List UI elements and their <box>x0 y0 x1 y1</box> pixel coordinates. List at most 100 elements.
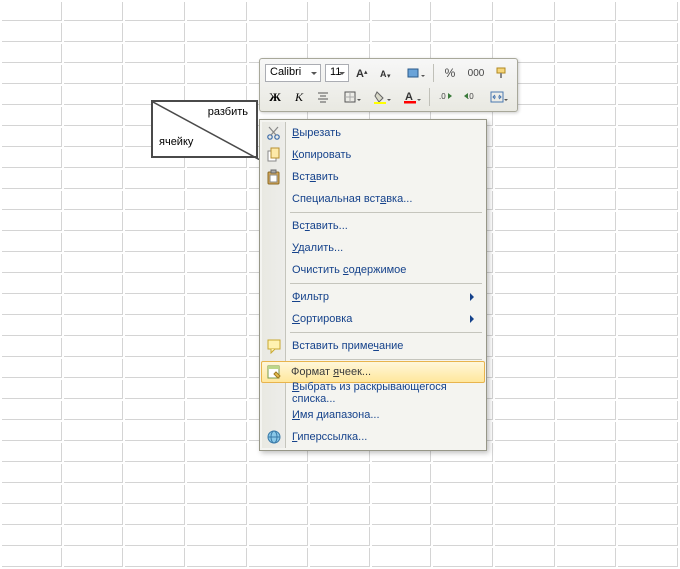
cell[interactable] <box>187 359 247 378</box>
menu-item[interactable]: Вставить примечание <box>262 335 484 357</box>
cell[interactable] <box>618 464 678 483</box>
cell[interactable] <box>249 527 309 546</box>
cell[interactable] <box>372 485 432 504</box>
cell[interactable] <box>618 548 678 567</box>
cell[interactable] <box>2 86 62 105</box>
cell[interactable] <box>2 23 62 42</box>
cell[interactable] <box>125 380 185 399</box>
cell[interactable] <box>64 359 124 378</box>
menu-item[interactable]: Вставить <box>262 166 484 188</box>
cell[interactable] <box>557 296 617 315</box>
cell[interactable] <box>372 2 432 21</box>
cell[interactable] <box>618 254 678 273</box>
cell[interactable] <box>64 2 124 21</box>
cell[interactable] <box>618 149 678 168</box>
cell[interactable] <box>495 464 555 483</box>
cell[interactable] <box>64 107 124 126</box>
cell[interactable] <box>249 464 309 483</box>
thousands-button[interactable]: 000 <box>464 63 488 83</box>
cell[interactable] <box>433 464 493 483</box>
cell[interactable] <box>2 65 62 84</box>
cell[interactable] <box>2 107 62 126</box>
cell[interactable] <box>2 128 62 147</box>
cell[interactable] <box>557 317 617 336</box>
cell[interactable] <box>557 359 617 378</box>
cell[interactable] <box>125 506 185 525</box>
cell[interactable] <box>64 548 124 567</box>
cell[interactable] <box>187 338 247 357</box>
cell[interactable] <box>64 296 124 315</box>
cell[interactable] <box>125 296 185 315</box>
merge-cells-button[interactable] <box>484 87 510 107</box>
cell[interactable] <box>2 254 62 273</box>
cell[interactable] <box>64 65 124 84</box>
cell[interactable] <box>495 170 555 189</box>
cell[interactable] <box>433 548 493 567</box>
cell[interactable] <box>618 401 678 420</box>
cell[interactable] <box>2 191 62 210</box>
cell[interactable] <box>125 233 185 252</box>
cell[interactable] <box>495 2 555 21</box>
cell[interactable] <box>125 443 185 462</box>
split-cell[interactable]: разбить ячейку <box>151 100 258 158</box>
cell[interactable] <box>187 296 247 315</box>
cell[interactable] <box>249 23 309 42</box>
cell[interactable] <box>64 170 124 189</box>
cell[interactable] <box>310 506 370 525</box>
cell[interactable] <box>2 527 62 546</box>
cell[interactable] <box>618 506 678 525</box>
increase-decimal-icon[interactable]: .0 <box>436 87 456 107</box>
menu-item[interactable]: Вырезать <box>262 122 484 144</box>
cell[interactable] <box>557 107 617 126</box>
cell[interactable] <box>64 212 124 231</box>
cell[interactable] <box>433 527 493 546</box>
cell[interactable] <box>495 296 555 315</box>
cell[interactable] <box>2 443 62 462</box>
cell[interactable] <box>2 338 62 357</box>
menu-item[interactable]: Выбрать из раскрывающегося списка... <box>262 382 484 404</box>
menu-item[interactable]: Специальная вставка... <box>262 188 484 210</box>
cell[interactable] <box>187 233 247 252</box>
cell[interactable] <box>557 275 617 294</box>
cell[interactable] <box>495 527 555 546</box>
cell[interactable] <box>2 149 62 168</box>
menu-item[interactable]: Копировать <box>262 144 484 166</box>
menu-item[interactable]: Гиперссылка... <box>262 426 484 448</box>
cell[interactable] <box>557 401 617 420</box>
cell[interactable] <box>125 275 185 294</box>
cell[interactable] <box>125 170 185 189</box>
cell[interactable] <box>64 506 124 525</box>
percent-button[interactable]: % <box>440 63 460 83</box>
cell[interactable] <box>64 317 124 336</box>
cell[interactable] <box>187 275 247 294</box>
cell[interactable] <box>249 506 309 525</box>
cell[interactable] <box>2 548 62 567</box>
cell[interactable] <box>187 44 247 63</box>
cell[interactable] <box>618 44 678 63</box>
font-size-select[interactable]: 11 <box>325 64 349 82</box>
menu-item[interactable]: Сортировка <box>262 308 484 330</box>
cell[interactable] <box>64 23 124 42</box>
cell[interactable] <box>125 338 185 357</box>
cell[interactable] <box>557 191 617 210</box>
cell[interactable] <box>495 506 555 525</box>
cell[interactable] <box>64 527 124 546</box>
cell[interactable] <box>187 254 247 273</box>
cell[interactable] <box>125 527 185 546</box>
cell[interactable] <box>557 506 617 525</box>
cell[interactable] <box>310 485 370 504</box>
cell[interactable] <box>618 212 678 231</box>
cell[interactable] <box>187 464 247 483</box>
cell[interactable] <box>495 548 555 567</box>
decrease-decimal-icon[interactable]: .0 <box>460 87 480 107</box>
cell[interactable] <box>2 2 62 21</box>
cell[interactable] <box>495 23 555 42</box>
cell[interactable] <box>2 275 62 294</box>
italic-button[interactable]: К <box>289 87 309 107</box>
cell[interactable] <box>557 2 617 21</box>
cell[interactable] <box>495 233 555 252</box>
cell[interactable] <box>433 2 493 21</box>
cell[interactable] <box>557 380 617 399</box>
cell[interactable] <box>495 275 555 294</box>
cell[interactable] <box>618 107 678 126</box>
